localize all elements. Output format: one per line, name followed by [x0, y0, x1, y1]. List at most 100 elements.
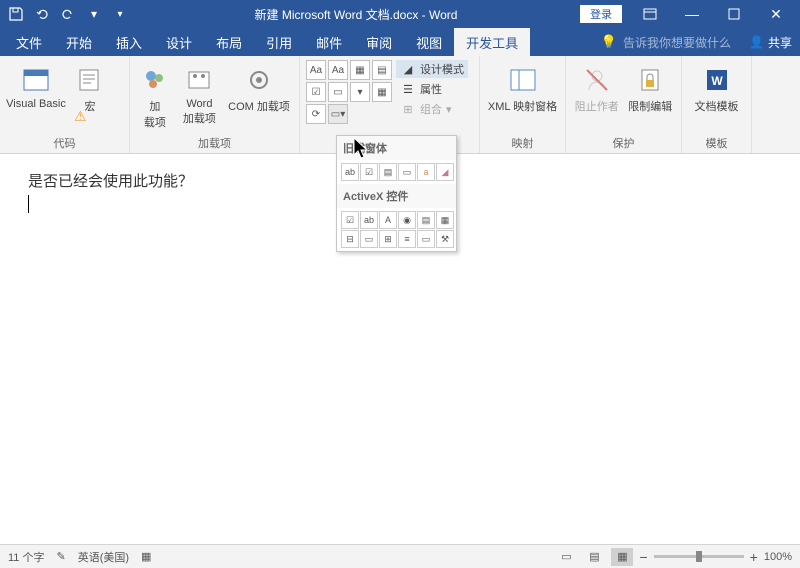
web-layout-button[interactable]: ▦: [611, 548, 633, 566]
restrict-editing-button[interactable]: 限制编辑: [626, 60, 676, 114]
ax-scroll-icon[interactable]: ⊞: [379, 230, 397, 248]
activex-header: ActiveX 控件: [337, 184, 456, 208]
block-authors-icon: [581, 64, 613, 96]
buildingblock-control-icon[interactable]: ▤: [372, 60, 392, 80]
redo-icon[interactable]: [56, 2, 80, 26]
tab-view[interactable]: 视图: [404, 28, 454, 56]
window-title: 新建 Microsoft Word 文档.docx - Word: [132, 6, 580, 23]
ax-label-icon[interactable]: A: [379, 211, 397, 229]
ax-toggle-icon[interactable]: ⊟: [341, 230, 359, 248]
zoom-thumb[interactable]: [696, 551, 702, 562]
macros-button[interactable]: 宏 ⚠: [70, 60, 110, 114]
tab-insert[interactable]: 插入: [104, 28, 154, 56]
group-button[interactable]: ⊞ 组合 ▾: [396, 100, 468, 118]
proofing-icon[interactable]: ✎: [56, 550, 65, 563]
share-button[interactable]: 👤共享: [749, 34, 792, 51]
ax-button-icon[interactable]: ▭: [417, 230, 435, 248]
legacy-textfield-icon[interactable]: ab: [341, 163, 359, 181]
visual-basic-button[interactable]: Visual Basic: [6, 60, 66, 110]
tell-me-input[interactable]: 告诉我你想要做什么: [623, 34, 743, 51]
legacy-tools-icon[interactable]: ▭▾: [328, 104, 348, 124]
zoom-slider[interactable]: [654, 555, 744, 558]
block-authors-button[interactable]: 阻止作者: [572, 60, 622, 114]
word-count[interactable]: 11 个字: [8, 549, 44, 565]
print-layout-button[interactable]: ▤: [583, 548, 605, 566]
repeating-control-icon[interactable]: ⟳: [306, 104, 326, 124]
design-mode-icon: ◢: [400, 61, 416, 77]
checkbox-control-icon[interactable]: ☑: [306, 82, 326, 102]
datepicker-control-icon[interactable]: ▦: [372, 82, 392, 102]
save-icon[interactable]: [4, 2, 28, 26]
tab-mailings[interactable]: 邮件: [304, 28, 354, 56]
read-mode-button[interactable]: ▭: [555, 548, 577, 566]
word-addins-icon: [183, 64, 215, 96]
legacy-checkbox-icon[interactable]: ☑: [360, 163, 378, 181]
close-button[interactable]: ✕: [756, 2, 796, 26]
ax-combo-icon[interactable]: ▭: [360, 230, 378, 248]
zoom-percent[interactable]: 100%: [764, 551, 792, 563]
document-template-button[interactable]: W 文档模板: [688, 60, 745, 114]
com-addins-button[interactable]: COM 加载项: [225, 60, 293, 114]
title-bar: ▾ ▾ 新建 Microsoft Word 文档.docx - Word 登录 …: [0, 0, 800, 28]
qat-dropdown-icon[interactable]: ▾: [82, 2, 106, 26]
restrict-icon: [634, 64, 666, 96]
group-code-label: 代码: [6, 133, 123, 153]
group-mapping: XML 映射窗格 映射: [480, 56, 566, 153]
qat-more-icon[interactable]: ▾: [108, 2, 132, 26]
tab-references[interactable]: 引用: [254, 28, 304, 56]
status-bar: 11 个字 ✎ 英语(美国) ▦ ▭ ▤ ▦ − + 100%: [0, 544, 800, 568]
tab-home[interactable]: 开始: [54, 28, 104, 56]
xml-icon: [507, 64, 539, 96]
group-mapping-label: 映射: [486, 133, 559, 153]
macro-status-icon[interactable]: ▦: [141, 550, 151, 563]
ax-checkbox-icon[interactable]: ☑: [341, 211, 359, 229]
com-addins-icon: [243, 64, 275, 96]
tab-review[interactable]: 审阅: [354, 28, 404, 56]
login-button[interactable]: 登录: [580, 5, 622, 23]
minimize-button[interactable]: —: [672, 2, 712, 26]
maximize-button[interactable]: [714, 2, 754, 26]
ax-option-icon[interactable]: ◉: [398, 211, 416, 229]
macros-icon: [74, 64, 106, 96]
qat: ▾ ▾: [4, 2, 132, 26]
ax-list-icon[interactable]: ▤: [417, 211, 435, 229]
undo-icon[interactable]: [30, 2, 54, 26]
warning-icon: ⚠: [74, 108, 87, 125]
dropdown-control-icon[interactable]: ▾: [350, 82, 370, 102]
group-template: W 文档模板 模板: [682, 56, 752, 153]
template-icon: W: [701, 64, 733, 96]
legacy-dropdown-icon[interactable]: ▤: [379, 163, 397, 181]
combobox-control-icon[interactable]: ▭: [328, 82, 348, 102]
xml-mapping-button[interactable]: XML 映射窗格: [486, 60, 559, 114]
legacy-frame-icon[interactable]: ▭: [398, 163, 416, 181]
group-code: Visual Basic 宏 ⚠ 代码: [0, 56, 130, 153]
legacy-reset-icon[interactable]: ◢: [436, 163, 454, 181]
word-addins-button[interactable]: Word 加载项: [178, 60, 221, 126]
ribbon-display-icon[interactable]: [630, 2, 670, 26]
svg-text:W: W: [711, 74, 723, 88]
addins-button[interactable]: 加 载项: [136, 60, 174, 130]
tab-developer[interactable]: 开发工具: [454, 28, 530, 56]
plaintext-control-icon[interactable]: Aa: [328, 60, 348, 80]
richtext-control-icon[interactable]: Aa: [306, 60, 326, 80]
language-status[interactable]: 英语(美国): [78, 549, 129, 565]
ax-textbox-icon[interactable]: ab: [360, 211, 378, 229]
tab-file[interactable]: 文件: [4, 28, 54, 56]
design-mode-button[interactable]: ◢ 设计模式: [396, 60, 468, 78]
picture-control-icon[interactable]: ▦: [350, 60, 370, 80]
legacy-shading-icon[interactable]: a: [417, 163, 435, 181]
tab-design[interactable]: 设计: [154, 28, 204, 56]
ax-more-icon[interactable]: ⚒: [436, 230, 454, 248]
ax-spin-icon[interactable]: ≡: [398, 230, 416, 248]
addins-icon: [139, 64, 171, 96]
properties-button[interactable]: ☰ 属性: [396, 80, 468, 98]
zoom-in-button[interactable]: +: [750, 549, 758, 565]
legacy-tools-dropdown: 旧式窗体 ab ☑ ▤ ▭ a ◢ ActiveX 控件 ☑ ab A ◉ ▤ …: [336, 135, 457, 252]
share-icon: 👤: [749, 35, 764, 49]
group-protect: 阻止作者 限制编辑 保护: [566, 56, 682, 153]
ax-image-icon[interactable]: ▦: [436, 211, 454, 229]
zoom-out-button[interactable]: −: [639, 549, 647, 565]
tab-bar: 文件 开始 插入 设计 布局 引用 邮件 审阅 视图 开发工具 💡 告诉我你想要…: [0, 28, 800, 56]
tab-layout[interactable]: 布局: [204, 28, 254, 56]
group-template-label: 模板: [688, 133, 745, 153]
